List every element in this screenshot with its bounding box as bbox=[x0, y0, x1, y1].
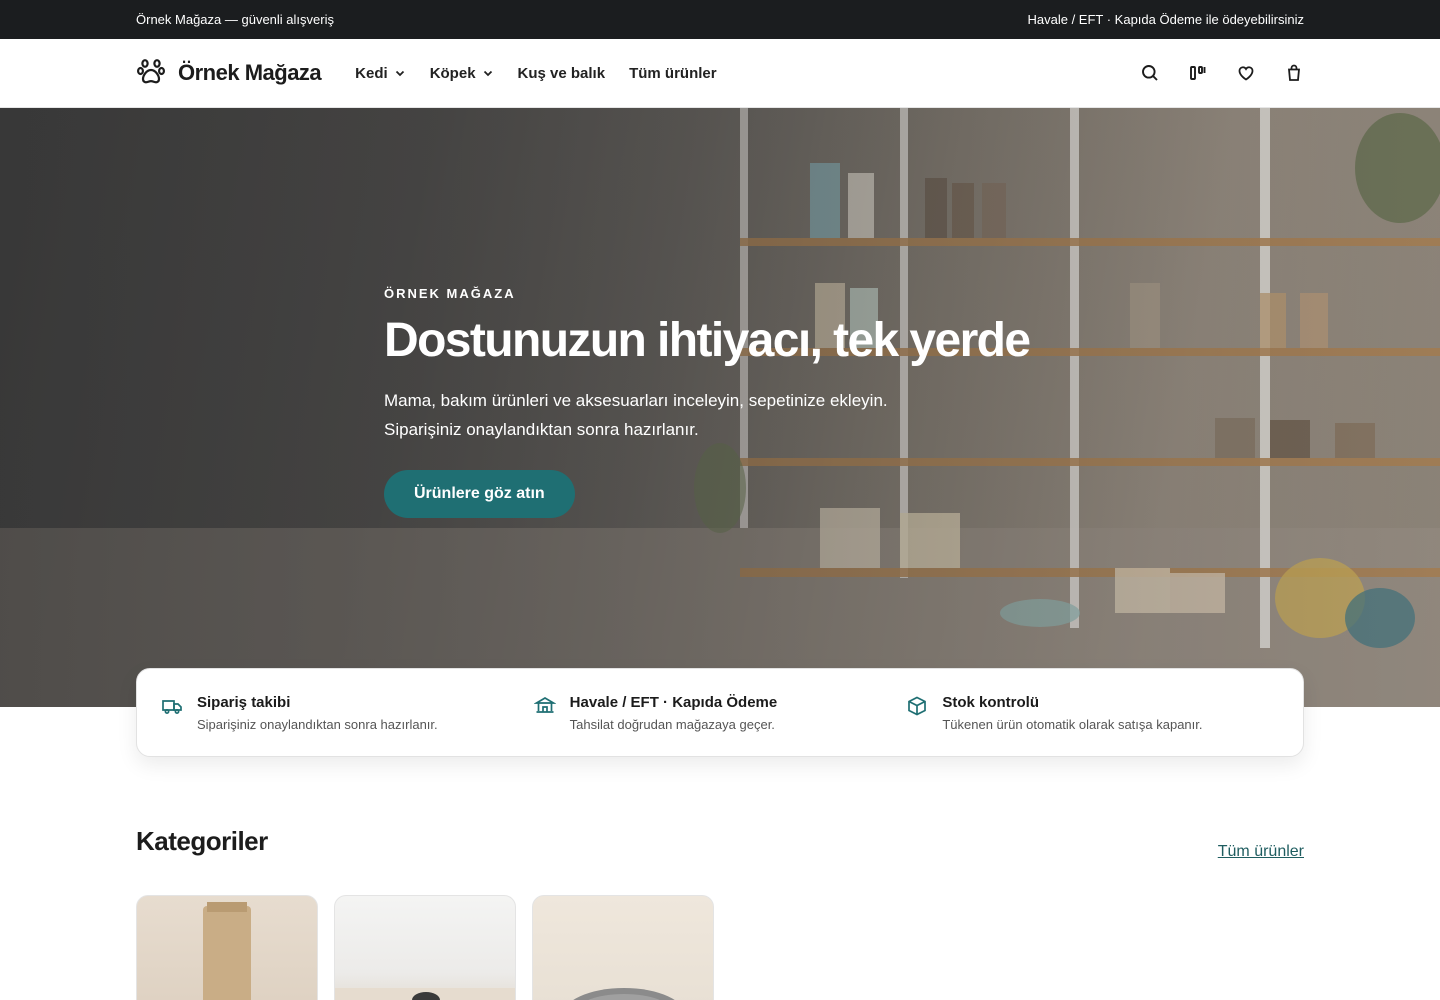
category-image bbox=[203, 902, 251, 1000]
wishlist-button[interactable] bbox=[1236, 63, 1256, 83]
category-card[interactable] bbox=[136, 895, 318, 1000]
bag-icon bbox=[1288, 64, 1300, 81]
paw-icon bbox=[136, 56, 166, 91]
hero-subtitle: Mama, bakım ürünleri ve aksesuarları inc… bbox=[384, 386, 944, 444]
main-nav: Kedi Köpek Kuş ve balık Tüm ürünler bbox=[355, 65, 716, 82]
feature-order-tracking: Sipariş takibi Siparişiniz onaylandıktan… bbox=[161, 694, 534, 732]
browse-products-button[interactable]: Ürünlere göz atın bbox=[384, 469, 575, 518]
categories-header: Kategoriler Tüm ürünler bbox=[136, 826, 1304, 860]
feature-desc: Siparişiniz onaylandıktan sonra hazırlan… bbox=[197, 716, 438, 732]
feature-title: Havale / EFT · Kapıda Ödeme bbox=[569, 693, 778, 711]
heart-icon bbox=[1238, 66, 1254, 81]
hero-title: Dostunuzun ihtiyacı, tek yerde bbox=[384, 314, 1031, 367]
brand-link[interactable]: Örnek Mağaza bbox=[136, 56, 322, 91]
nav-item-kopek[interactable]: Köpek bbox=[430, 65, 494, 82]
hero-banner: ÖRNEK MAĞAZA Dostunuzun ihtiyacı, tek ye… bbox=[0, 108, 1440, 707]
nav-item-label: Kedi bbox=[355, 64, 388, 82]
announcement-right: Havale / EFT · Kapıda Ödeme ile ödeyebil… bbox=[1027, 12, 1305, 27]
nav-item-label: Tüm ürünler bbox=[629, 64, 717, 82]
feature-title: Stok kontrolü bbox=[942, 693, 1040, 711]
hero-subtitle-line-2: Siparişiniz onaylandıktan sonra hazırlan… bbox=[384, 419, 699, 439]
category-image bbox=[573, 988, 675, 1000]
nav-item-tum-urunler[interactable]: Tüm ürünler bbox=[629, 65, 717, 82]
truck-icon bbox=[162, 699, 182, 714]
features-strip: Sipariş takibi Siparişiniz onaylandıktan… bbox=[136, 668, 1304, 757]
feature-payment: Havale / EFT · Kapıda Ödeme Tahsilat doğ… bbox=[533, 693, 907, 732]
search-icon bbox=[1142, 65, 1158, 81]
nav-item-label: Kuş ve balık bbox=[517, 64, 606, 82]
hero-subtitle-line-1: Mama, bakım ürünleri ve aksesuarları inc… bbox=[384, 390, 888, 410]
compare-button[interactable] bbox=[1188, 63, 1208, 83]
feature-desc: Tahsilat doğrudan mağazaya geçer. bbox=[569, 716, 775, 732]
category-grid bbox=[136, 895, 714, 1000]
cart-button[interactable] bbox=[1284, 63, 1304, 83]
box-icon bbox=[908, 696, 927, 715]
feature-desc: Tükenen ürün otomatik olarak satışa kapa… bbox=[942, 716, 1203, 732]
bank-icon bbox=[533, 696, 556, 713]
category-card[interactable] bbox=[334, 895, 516, 1000]
compare-icon bbox=[1190, 66, 1206, 80]
hero-eyebrow: ÖRNEK MAĞAZA bbox=[384, 286, 516, 301]
feature-title: Sipariş takibi bbox=[197, 693, 291, 711]
brand-name: Örnek Mağaza bbox=[178, 60, 322, 85]
chevron-down-icon bbox=[483, 70, 492, 77]
search-button[interactable] bbox=[1140, 63, 1160, 83]
feature-stock-control: Stok kontrolü Tükenen ürün otomatik olar… bbox=[906, 694, 1279, 732]
category-card[interactable] bbox=[532, 895, 714, 1000]
categories-title: Kategoriler bbox=[136, 826, 268, 856]
all-products-link[interactable]: Tüm ürünler bbox=[1218, 843, 1304, 861]
nav-item-kus-balik[interactable]: Kuş ve balık bbox=[518, 65, 606, 82]
announcement-bar: Örnek Mağaza — güvenli alışveriş Havale … bbox=[0, 0, 1440, 39]
hero-content: ÖRNEK MAĞAZA Dostunuzun ihtiyacı, tek ye… bbox=[384, 286, 1031, 518]
header-actions bbox=[1140, 63, 1304, 83]
nav-item-kedi[interactable]: Kedi bbox=[355, 65, 406, 82]
site-header: Örnek Mağaza Kedi Köpek Kuş ve balık Tüm… bbox=[0, 39, 1440, 108]
chevron-down-icon bbox=[395, 70, 404, 77]
announcement-left: Örnek Mağaza — güvenli alışveriş bbox=[136, 12, 334, 27]
category-image bbox=[335, 988, 515, 1000]
nav-item-label: Köpek bbox=[429, 64, 476, 82]
